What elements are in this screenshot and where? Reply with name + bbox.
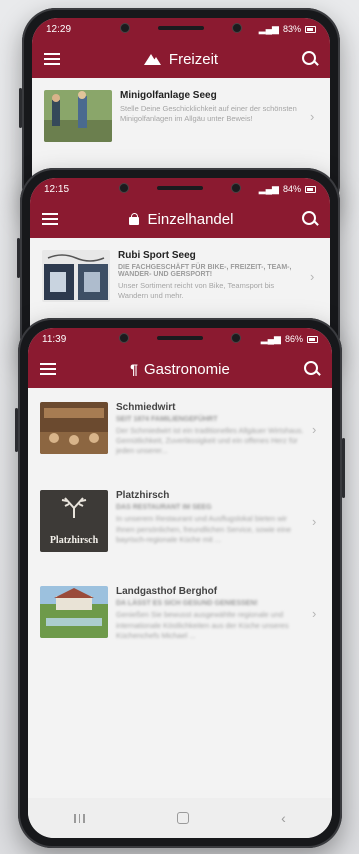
listing-photo [40,402,108,454]
shopping-bag-icon [127,212,141,226]
speaker-grille [157,186,203,190]
signal-icon: ▂▄▆ [260,333,281,344]
menu-icon[interactable] [42,213,58,225]
chevron-right-icon: › [312,513,317,529]
mountain-icon [143,53,162,65]
sensor-icon [231,333,241,343]
listing-info: Platzhirsch DAS RESTAURANT IM SEEG In un… [116,490,304,544]
app-bar: Freizeit [32,40,330,78]
sensor-icon [232,23,242,33]
listing-tagline: DA LÄSST ES SICH GESUND GENIESSEN! [116,600,258,608]
app-title-group: Einzelhandel [127,210,234,228]
chevron-right-icon: › [312,421,317,437]
system-nav-bar: ‹ [28,798,332,838]
camera-icon [119,333,129,343]
menu-icon[interactable] [44,53,60,65]
page-title: Freizeit [168,50,219,68]
app-bar: Einzelhandel [30,200,330,238]
speaker-grille [157,336,203,340]
listing-tagline: DIE FACHGESCHÄFT FÜR BIKE-, FREIZEIT-, T… [118,264,292,278]
home-icon[interactable] [176,812,189,824]
listing-name: Platzhirsch [116,490,170,502]
battery-level: 86% [284,334,303,344]
list-item[interactable]: Rubi Sport Seeg DIE FACHGESCHÄFT FÜR BIK… [30,238,330,314]
phone-side-button [15,408,18,452]
list-item[interactable]: Minigolfanlage Seeg Stelle Deine Geschic… [32,78,330,154]
screen-gastronomie: 11:39 ▂▄▆ 86% ¶ Gastronomie Schmiedwirt … [28,328,332,838]
battery-icon [305,25,316,33]
listing-info: Schmiedwirt SEIT 1874 FAMILIENGEFÜHRT De… [116,402,304,456]
page-title: Gastronomie [143,360,230,378]
speaker-grille [158,26,204,30]
status-time: 12:29 [46,23,72,35]
listing-tagline: SEIT 1874 FAMILIENGEFÜHRT [116,416,218,423]
platzhirsch-logo-text: Platzhirsch [49,535,99,547]
listing-name: Minigolfanlage Seeg [120,90,217,101]
cutlery-icon: ¶ [130,361,138,377]
listing-info: Rubi Sport Seeg DIE FACHGESCHÄFT FÜR BIK… [118,250,302,301]
status-time: 12:15 [44,183,70,195]
recent-apps-icon[interactable] [74,813,85,823]
battery-level: 83% [282,24,301,34]
status-system: ▂▄▆ 86% [261,334,318,345]
phone-gastronomie: 11:39 ▂▄▆ 86% ¶ Gastronomie Schmiedwirt … [15,318,345,848]
chevron-right-icon: › [310,268,315,284]
listing-name: Rubi Sport Seeg [118,250,196,261]
list-item-landgasthof-berghof[interactable]: Landgasthof Berghof DA LÄSST ES SICH GES… [28,564,332,652]
listing-tagline: DAS RESTAURANT IM SEEG [116,504,212,512]
phone-side-button [17,238,20,278]
listing-description: Stelle Deine Geschicklichkeit auf einer … [120,104,297,124]
camera-notch [105,331,255,345]
battery-level: 84% [282,184,301,194]
listing-description: Genießen Sie bewusst ausgewählte regiona… [116,610,289,640]
listing-info: Landgasthof Berghof DA LÄSST ES SICH GES… [116,586,304,640]
listing-photo [40,586,108,639]
status-system: ▂▄▆ 84% [259,184,316,195]
search-icon[interactable] [302,211,318,227]
app-title-group: ¶ Gastronomie [130,361,230,378]
chevron-right-icon: › [312,606,317,622]
camera-notch [105,181,255,195]
listing-description: Der Schmiedwirt ist ein traditionelles A… [116,426,304,456]
listing-photo [44,90,112,142]
sensor-icon [231,183,241,193]
listing-description: In unserem Restaurant und Ausflugslokal … [116,514,292,544]
status-time: 11:39 [42,333,67,345]
app-title-group: Freizeit [143,50,219,68]
menu-icon[interactable] [40,363,56,375]
camera-icon [120,23,130,33]
listing-photo: Platzhirsch [40,490,108,553]
chevron-right-icon: › [310,108,315,124]
camera-notch [106,21,256,35]
battery-icon [305,185,316,193]
listing-photo [42,250,110,302]
listing-description: Unser Sortiment reicht von Bike, Teamspo… [118,281,275,301]
phone-side-button [342,438,345,498]
antler-logo-icon [61,497,87,519]
search-icon[interactable] [302,51,318,67]
status-system: ▂▄▆ 83% [259,24,316,35]
phone-side-button [19,88,22,128]
listing-name: Schmiedwirt [116,402,176,413]
list-item-platzhirsch[interactable]: Platzhirsch Platzhirsch DAS RESTAURANT I… [28,468,332,564]
listing-info: Minigolfanlage Seeg Stelle Deine Geschic… [120,90,302,124]
app-bar: ¶ Gastronomie [28,350,332,388]
signal-icon: ▂▄▆ [258,23,279,34]
signal-icon: ▂▄▆ [258,183,279,194]
camera-icon [119,183,129,193]
back-icon[interactable]: ‹ [281,810,286,826]
search-icon[interactable] [303,361,320,377]
battery-icon [307,335,318,343]
listing-name: Landgasthof Berghof [116,586,218,598]
page-title: Einzelhandel [147,210,234,228]
list-item-schmiedwirt[interactable]: Schmiedwirt SEIT 1874 FAMILIENGEFÜHRT De… [28,388,332,468]
